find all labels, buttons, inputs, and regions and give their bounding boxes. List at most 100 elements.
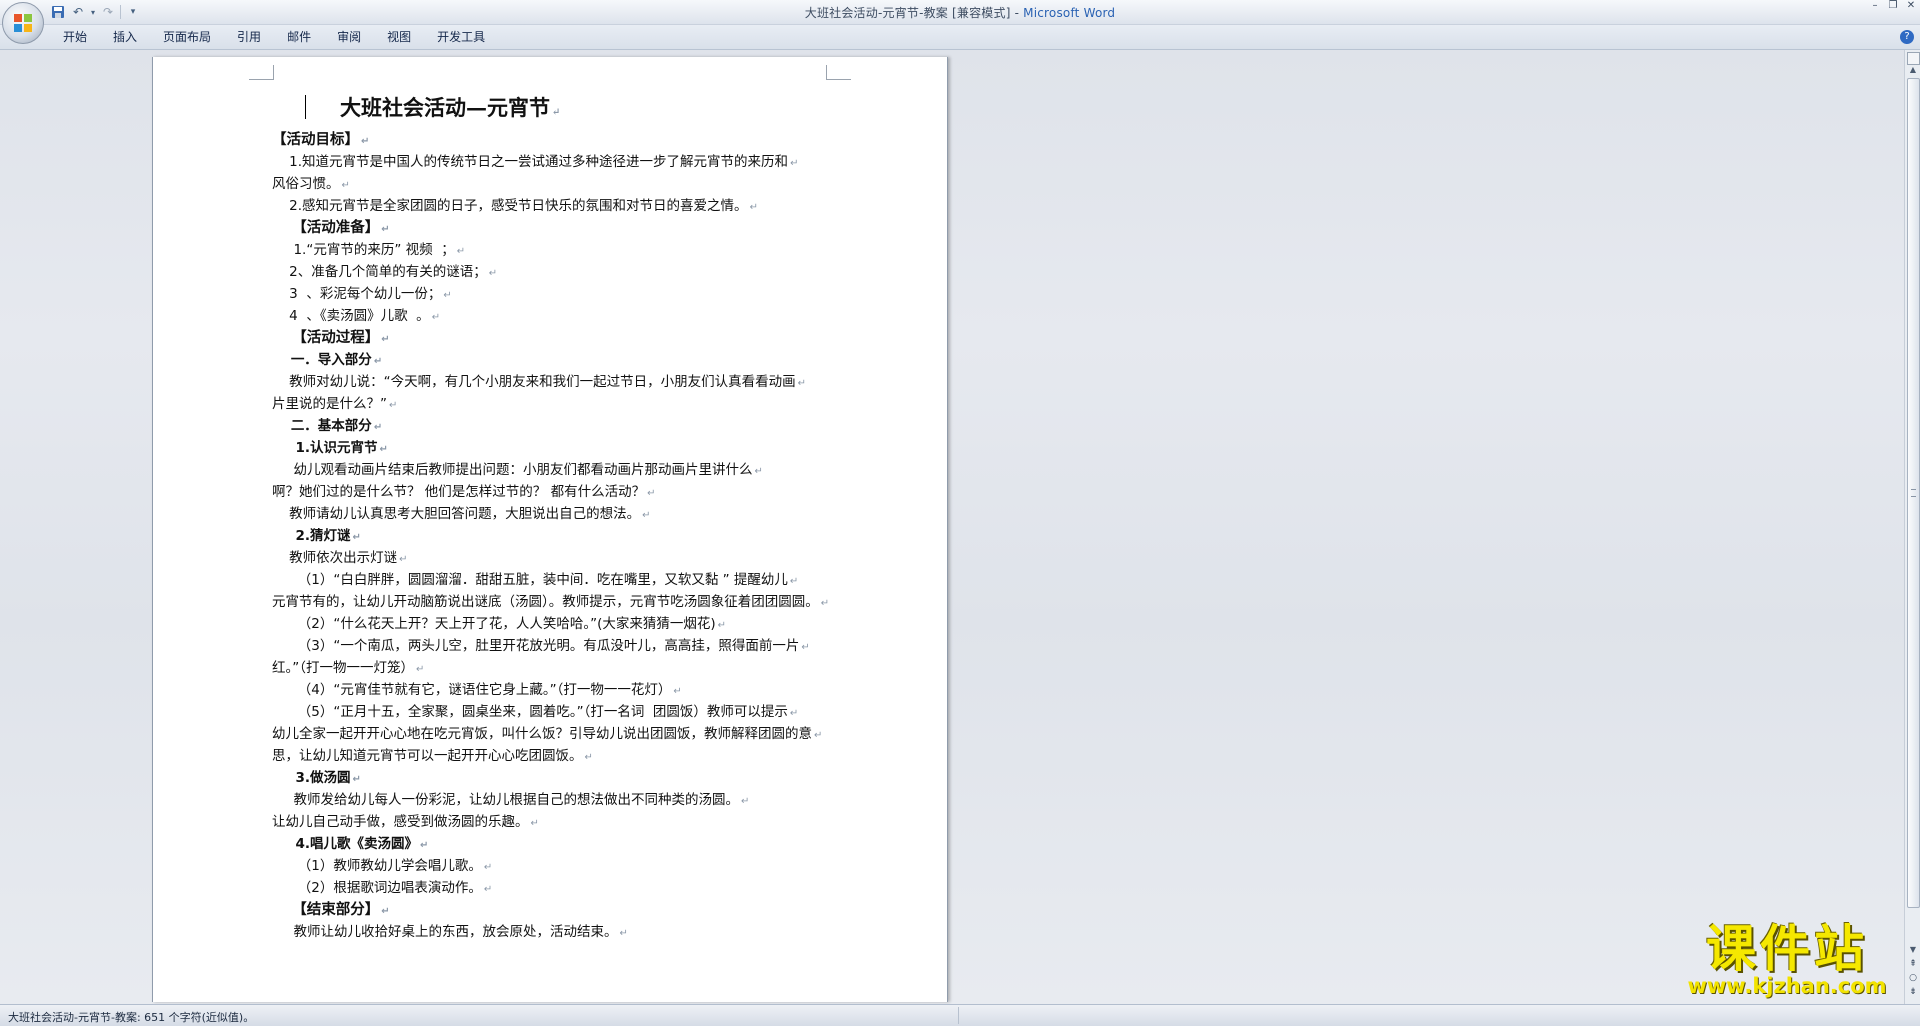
paragraph-text: （2）根据歌词边唱表演动作。 [272,880,482,896]
paragraph-mark-icon: ↵ [379,444,388,455]
paragraph-mark-icon: ↵ [584,752,593,763]
paragraph-text: （3）“一个南瓜，两头儿空，肚里开花放光明。有瓜没叶儿，高高挂，照得面前一片 [272,638,800,654]
scrollbar-grip-icon [1911,489,1916,497]
document-paragraph: （4）“元宵佳节就有它，谜语住它身上藏。”（打一物一一花灯） ↵ [272,680,832,702]
scrollbar-thumb[interactable] [1907,78,1920,908]
document-paragraph: 1.知道元宵节是中国人的传统节日之一尝试通过多种途径进一步了解元宵节的来历和 ↵ [272,152,832,174]
status-bar: 大班社会活动-元宵节-教案: 651 个字符(近似值)。 [0,1004,1920,1026]
paragraph-text: 幼儿全家一起开开心心地在吃元宵饭，叫什么饭？引导幼儿说出团圆饭，教师解释团圆的意 [272,726,812,742]
paragraph-mark-icon: ↵ [381,224,390,235]
status-separator [958,1007,959,1024]
document-paragraph: 一．导入部分 ↵ [272,350,832,372]
paragraph-mark-icon: ↵ [790,158,799,169]
paragraph-mark-icon: ↵ [647,488,656,499]
document-paragraphs: 【活动目标】 ↵ 1.知道元宵节是中国人的传统节日之一尝试通过多种途径进一步了解元… [272,130,832,944]
paragraph-mark-icon: ↵ [789,708,799,719]
paragraph-mark-icon: ↵ [373,422,383,433]
document-paragraph: 【活动准备】 ↵ [272,218,832,240]
document-paragraph: （1）教师教幼儿学会唱儿歌。 ↵ [272,856,832,878]
status-word-count[interactable]: 大班社会活动-元宵节-教案: 651 个字符(近似值)。 [8,1009,254,1025]
office-logo-icon [14,14,32,32]
paragraph-mark-icon: ↵ [373,356,383,367]
paragraph-text: 【结束部分】 [272,902,380,918]
paragraph-mark-icon: ↵ [416,664,425,675]
tab-insert[interactable]: 插入 [100,25,150,49]
paragraph-text: 教师依次出示灯谜 [272,550,398,566]
document-paragraph: 2.感知元宵节是全家团圆的日子，感受节日快乐的氛围和对节日的喜爱之情。 ↵ [272,196,832,218]
document-paragraph: 教师请幼儿认真思考大胆回答问题，大胆说出自己的想法。 ↵ [272,504,832,526]
paragraph-text: 幼儿观看动画片结束后教师提出问题：小朋友们都看动画片那动画片里讲什么 [272,462,753,478]
document-paragraph: 1.“元宵节的来历” 视频 ； ↵ [272,240,832,262]
document-paragraph: 教师依次出示灯谜 ↵ [272,548,832,570]
document-paragraph: 幼儿全家一起开开心心地在吃元宵饭，叫什么饭？引导幼儿说出团圆饭，教师解释团圆的意… [272,724,832,746]
close-icon[interactable]: ✕ [1902,0,1920,14]
paragraph-mark-icon: ↵ [789,576,799,587]
document-paragraph: 教师发给幼儿每人一份彩泥，让幼儿根据自己的想法做出不同种类的汤圆。 ↵ [272,790,832,812]
tab-review[interactable]: 审阅 [324,25,374,49]
vertical-scrollbar[interactable]: ▲ ▼ ⇞ ○ ⇟ [1904,50,1920,1004]
paragraph-mark-icon: ↵ [642,510,651,521]
paragraph-text: （2）“什么花天上开？天上开了花，人人笑哈哈。”(大家来猜猜一烟花) [272,616,716,632]
scroll-down-arrow-icon[interactable]: ▼ [1907,944,1919,956]
paragraph-text: 2.感知元宵节是全家团圆的日子，感受节日快乐的氛围和对节日的喜爱之情。 [272,198,748,214]
tab-home[interactable]: 开始 [50,25,100,49]
office-button[interactable] [2,2,44,44]
window-controls: – ❐ ✕ [1866,0,1920,14]
document-paragraph: 元宵节有的，让幼儿开动脑筋说出谜底（汤圆）。教师提示，元宵节吃汤圆象征着团团圆圆… [272,592,832,614]
tab-mailings[interactable]: 邮件 [274,25,324,49]
paragraph-text: 风俗习惯。 [272,176,340,192]
document-paragraph: 教师对幼儿说：“今天啊，有几个小朋友来和我们一起过节日，小朋友们认真看看动画 ↵ [272,372,832,394]
document-paragraph: 思，让幼儿知道元宵节可以一起开开心心吃团圆饭。 ↵ [272,746,832,768]
document-paragraph: （2）“什么花天上开？天上开了花，人人笑哈哈。”(大家来猜猜一烟花) ↵ [272,614,832,636]
title-bar: ↶ ▾ ↷ ▾ 大班社会活动-元宵节-教案 [兼容模式] - Microsoft… [0,0,1920,25]
document-paragraph: 让幼儿自己动手做，感受到做汤圆的乐趣。 ↵ [272,812,832,834]
paragraph-mark-icon: ↵ [749,202,758,213]
document-paragraph: 【结束部分】 ↵ [272,900,832,922]
paragraph-mark-icon: ↵ [820,598,830,609]
document-paragraph: 红。”（打一物一一灯笼） ↵ [272,658,832,680]
select-browse-object-icon[interactable]: ○ [1907,972,1919,984]
document-heading: 大班社会活动—元宵节 ↵ [272,91,832,130]
paragraph-mark-icon: ↵ [814,730,823,741]
paragraph-mark-icon: ↵ [431,312,441,323]
watermark-logo: 课件站 www.kjzhan.com [1669,922,1905,1002]
document-paragraph: 片里说的是什么？” ↵ [272,394,832,416]
paragraph-text: 片里说的是什么？” [272,396,387,412]
paragraph-mark-icon: ↵ [552,107,561,118]
paragraph-text: 思，让幼儿知道元宵节可以一起开开心心吃团圆饭。 [272,748,583,764]
paragraph-text: 4.唱儿歌《卖汤圆》 [272,836,419,852]
tab-references[interactable]: 引用 [224,25,274,49]
paragraph-text: 3 、彩泥每个幼儿一份； [272,286,442,302]
document-page[interactable]: 大班社会活动—元宵节 ↵ 【活动目标】 ↵ 1.知道元宵节是中国人的传统节日之一尝试… [152,57,948,1002]
tab-view[interactable]: 视图 [374,25,424,49]
paragraph-mark-icon: ↵ [740,796,750,807]
paragraph-text: 教师对幼儿说：“今天啊，有几个小朋友来和我们一起过节日，小朋友们认真看看动画 [272,374,796,390]
paragraph-mark-icon: ↵ [717,620,727,631]
paragraph-text: （4）“元宵佳节就有它，谜语住它身上藏。”（打一物一一花灯） [272,682,672,698]
document-paragraph: 教师让幼儿收拾好桌上的东西，放会原处，活动结束。 ↵ [272,922,832,944]
paragraph-text: 二．基本部分 [272,418,372,434]
paragraph-text: 1.认识元宵节 [272,440,378,456]
paragraph-text: 【活动过程】 [272,330,380,346]
paragraph-mark-icon: ↵ [797,378,807,389]
next-page-icon[interactable]: ⇟ [1907,986,1919,998]
paragraph-mark-icon: ↵ [443,290,452,301]
tab-page-layout[interactable]: 页面布局 [150,25,224,49]
document-paragraph: 风俗习惯。 ↵ [272,174,832,196]
scroll-up-arrow-icon[interactable]: ▲ [1907,64,1919,76]
document-paragraph: 二．基本部分 ↵ [272,416,832,438]
restore-icon[interactable]: ❐ [1884,0,1902,14]
help-icon[interactable]: ? [1900,30,1914,44]
document-paragraph: 啊？她们过的是什么节？ 他们是怎样过节的？ 都有什么活动？ ↵ [272,482,832,504]
document-body[interactable]: 大班社会活动—元宵节 ↵ 【活动目标】 ↵ 1.知道元宵节是中国人的传统节日之一尝试… [272,91,832,944]
paragraph-text: 2、准备几个简单的有关的谜语； [272,264,487,280]
paragraph-text: 教师发给幼儿每人一份彩泥，让幼儿根据自己的想法做出不同种类的汤圆。 [272,792,739,808]
document-paragraph: 4 、《卖汤圆》儿歌 。 ↵ [272,306,832,328]
document-heading-text: 大班社会活动—元宵节 [340,95,550,120]
paragraph-mark-icon: ↵ [801,642,810,653]
paragraph-text: 红。”（打一物一一灯笼） [272,660,414,676]
minimize-icon[interactable]: – [1866,0,1884,14]
document-paragraph: （3）“一个南瓜，两头儿空，肚里开花放光明。有瓜没叶儿，高高挂，照得面前一片 ↵ [272,636,832,658]
tab-developer[interactable]: 开发工具 [424,25,498,49]
previous-page-icon[interactable]: ⇞ [1907,958,1919,970]
